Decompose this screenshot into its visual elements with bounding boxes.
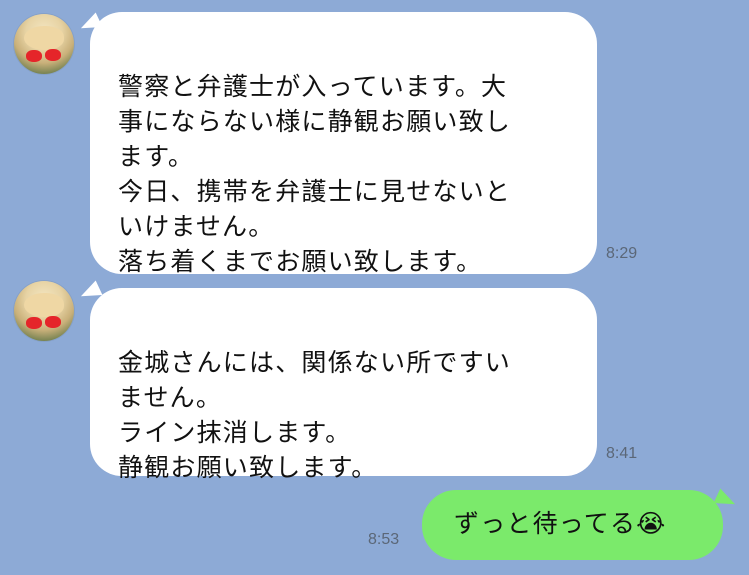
avatar-pig-shape — [24, 26, 64, 50]
avatar-pig-shape — [24, 293, 64, 317]
message-timestamp: 8:41 — [606, 445, 638, 462]
message-text: ずっと待ってる😭 — [454, 509, 667, 538]
message-timestamp: 8:29 — [606, 245, 638, 262]
avatar-red-shape — [45, 316, 61, 328]
incoming-message-bubble[interactable]: 金城さんには、関係ない所ですい ません。 ライン抹消します。 静観お願い致します… — [90, 288, 597, 482]
avatar-red-shape — [45, 49, 61, 61]
avatar-red-shape — [26, 50, 42, 62]
avatar-red-shape — [26, 317, 42, 329]
message-text: 警察と弁護士が入っています。大 事にならない様に静観お願い致し ます。 今日、携… — [118, 72, 512, 276]
incoming-message-bubble[interactable]: 警察と弁護士が入っています。大 事にならない様に静観お願い致し ます。 今日、携… — [90, 12, 597, 276]
outgoing-message-bubble[interactable]: ずっと待ってる😭 — [422, 490, 723, 560]
contact-avatar[interactable] — [14, 14, 74, 74]
chat-area: 警察と弁護士が入っています。大 事にならない様に静観お願い致し ます。 今日、携… — [0, 0, 749, 575]
message-text: 金城さんには、関係ない所ですい ません。 ライン抹消します。 静観お願い致します… — [118, 348, 512, 482]
message-timestamp: 8:53 — [368, 531, 400, 548]
contact-avatar[interactable] — [14, 281, 74, 341]
